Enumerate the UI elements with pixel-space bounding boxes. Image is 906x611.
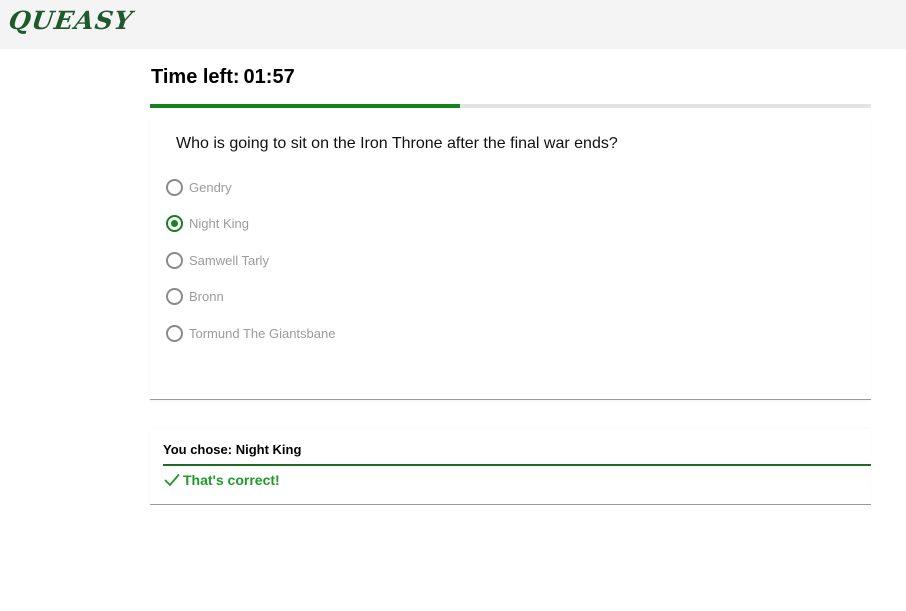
option-tormund[interactable]: Tormund The Giantsbane [166, 322, 486, 344]
radio-button[interactable] [166, 287, 183, 305]
question-text: Who is going to sit on the Iron Throne a… [176, 135, 618, 152]
option-label: Tormund The Giantsbane [189, 325, 336, 341]
top-bar: QUEASY [0, 0, 906, 49]
option-label: Samwell Tarly [189, 252, 269, 268]
option-gendry[interactable]: Gendry [166, 176, 486, 198]
chosen-answer: You chose: Night King [163, 442, 302, 457]
verdict-text: That's correct! [183, 472, 280, 488]
app-logo[interactable]: QUEASY [7, 6, 135, 35]
radio-button[interactable] [166, 214, 183, 232]
question-card: Who is going to sit on the Iron Throne a… [150, 121, 871, 400]
option-samwell-tarly[interactable]: Samwell Tarly [166, 249, 486, 271]
timer: Time left: 01:57 [151, 66, 295, 89]
radio-button[interactable] [166, 251, 183, 269]
option-label: Night King [189, 215, 249, 231]
timer-label: Time left: [151, 66, 240, 88]
result-divider [163, 464, 871, 466]
checkmark-icon [164, 474, 180, 486]
option-night-king[interactable]: Night King [166, 212, 486, 234]
time-progress-bar [150, 104, 871, 108]
result-card: You chose: Night King That's correct! [150, 429, 871, 505]
option-bronn[interactable]: Bronn [166, 285, 486, 307]
radio-button[interactable] [166, 178, 183, 196]
option-label: Bronn [189, 288, 224, 304]
option-label: Gendry [189, 179, 232, 195]
verdict: That's correct! [164, 472, 280, 488]
time-progress-fill [150, 104, 461, 108]
radio-button[interactable] [166, 324, 183, 342]
timer-value: 01:57 [243, 66, 295, 88]
